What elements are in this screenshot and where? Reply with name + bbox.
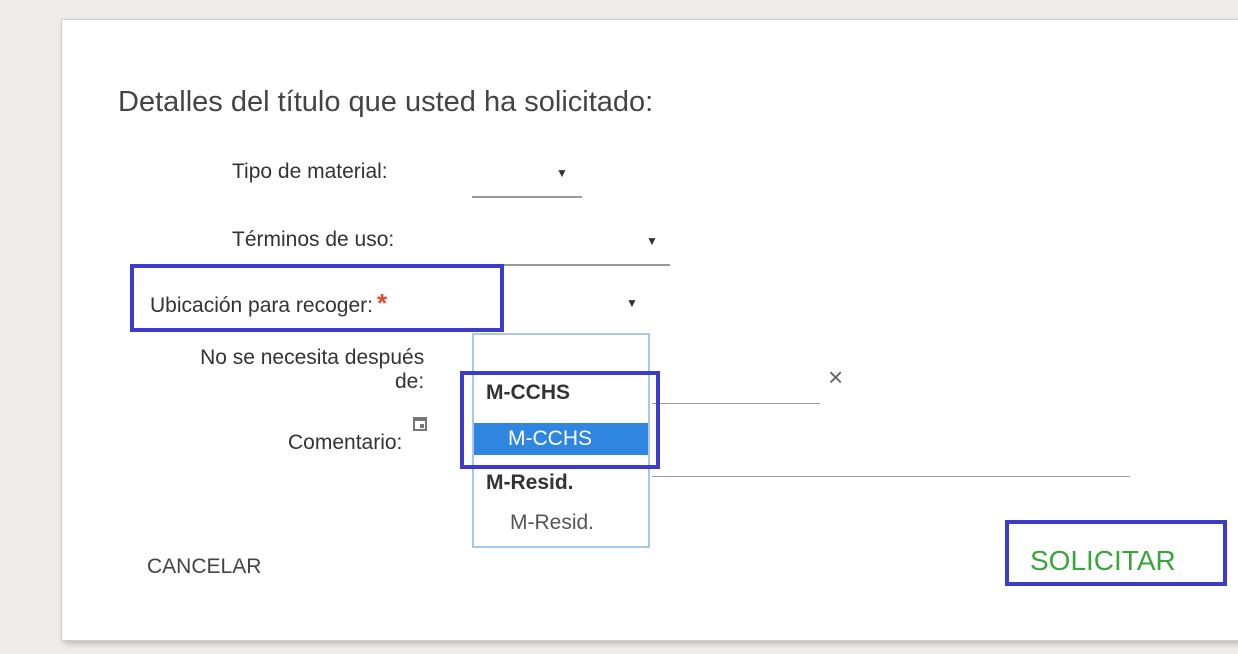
terms-of-use-select[interactable]: ▼ xyxy=(472,226,670,268)
required-marker: * xyxy=(376,288,388,318)
not-needed-after-label: No se necesita después de: xyxy=(158,346,424,394)
caret-down-icon: ▼ xyxy=(626,296,638,310)
not-needed-after-line1: No se necesita después xyxy=(200,346,425,369)
pickup-location-label: Ubicación para recoger: * xyxy=(150,288,387,319)
material-type-label: Tipo de material: xyxy=(232,160,388,183)
material-type-select[interactable]: ▼ xyxy=(472,158,582,200)
caret-down-icon: ▼ xyxy=(556,166,568,180)
not-needed-after-input-underline xyxy=(652,403,820,404)
dropdown-option-m-resid[interactable]: M-Resid. xyxy=(510,511,594,535)
dropdown-group-label: M-Resid. xyxy=(486,471,574,494)
dropdown-group-label: M-CCHS xyxy=(486,381,570,404)
comment-label: Comentario: xyxy=(288,431,403,454)
pickup-location-label-text: Ubicación para recoger: xyxy=(150,294,373,317)
submit-request-button[interactable]: SOLICITAR xyxy=(1030,545,1176,577)
close-icon[interactable]: × xyxy=(828,362,843,393)
cancel-button[interactable]: CANCELAR xyxy=(147,555,261,579)
pickup-location-select[interactable]: ▼ xyxy=(472,290,650,332)
dropdown-option-m-cchs[interactable]: M-CCHS xyxy=(474,423,648,455)
comment-input-underline[interactable] xyxy=(652,476,1130,477)
pickup-location-dropdown: M-CCHS M-CCHS M-Resid. M-Resid. xyxy=(472,333,650,548)
calendar-icon[interactable] xyxy=(413,417,427,431)
terms-of-use-label: Términos de uso: xyxy=(232,228,395,251)
caret-down-icon: ▼ xyxy=(646,234,658,248)
dialog-title: Detalles del título que usted ha solicit… xyxy=(118,86,654,118)
not-needed-after-line2: de: xyxy=(395,370,425,393)
